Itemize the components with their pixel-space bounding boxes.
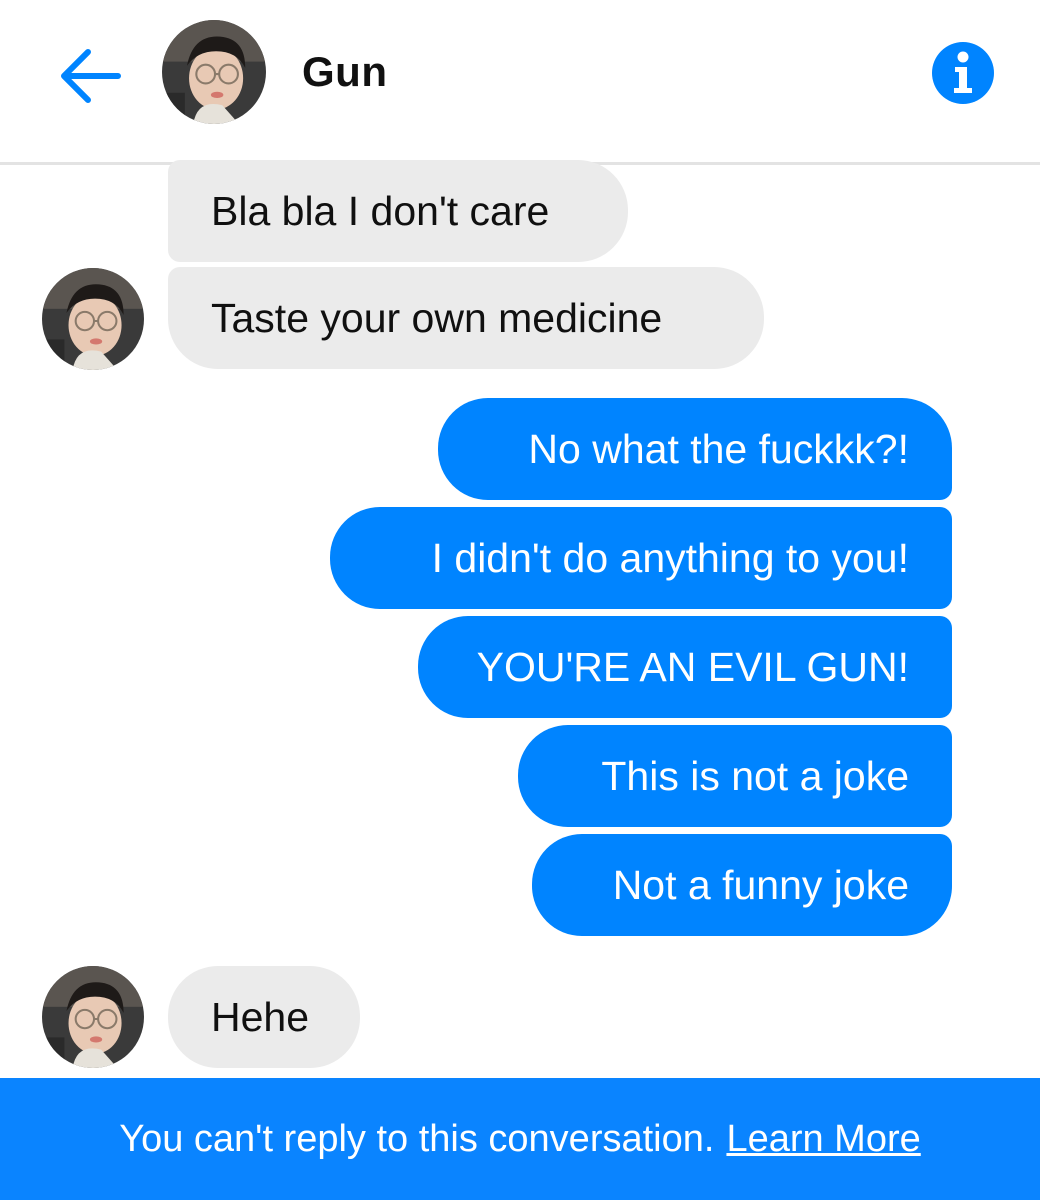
- info-button[interactable]: [930, 40, 996, 106]
- message-bubble-outgoing[interactable]: No what the fuckkk?!: [438, 398, 952, 500]
- conversation-header: Gun: [0, 0, 1040, 165]
- message-bubble-outgoing[interactable]: This is not a joke: [518, 725, 952, 827]
- back-button[interactable]: [56, 44, 124, 108]
- contact-name: Gun: [302, 48, 388, 95]
- message-bubble-incoming[interactable]: Hehe: [168, 966, 360, 1068]
- learn-more-link[interactable]: Learn More: [726, 1118, 920, 1161]
- message-bubble-incoming[interactable]: Bla bla I don't care: [168, 160, 628, 262]
- reply-disabled-notice: You can't reply to this conversation.: [119, 1117, 715, 1160]
- profile-photo: [42, 966, 144, 1068]
- contact-avatar[interactable]: [42, 966, 144, 1068]
- profile-photo: [162, 20, 266, 124]
- profile-photo: [42, 268, 144, 370]
- message-bubble-outgoing[interactable]: Not a funny joke: [532, 834, 952, 936]
- arrow-left-icon: [61, 49, 121, 103]
- info-icon: [932, 42, 994, 104]
- contact-avatar[interactable]: [42, 268, 144, 370]
- message-bubble-incoming[interactable]: Taste your own medicine: [168, 267, 764, 369]
- contact-avatar[interactable]: [162, 20, 266, 124]
- message-bubble-outgoing[interactable]: I didn't do anything to you!: [330, 507, 952, 609]
- message-bubble-outgoing[interactable]: YOU'RE AN EVIL GUN!: [418, 616, 952, 718]
- reply-disabled-banner: You can't reply to this conversation. Le…: [0, 1078, 1040, 1200]
